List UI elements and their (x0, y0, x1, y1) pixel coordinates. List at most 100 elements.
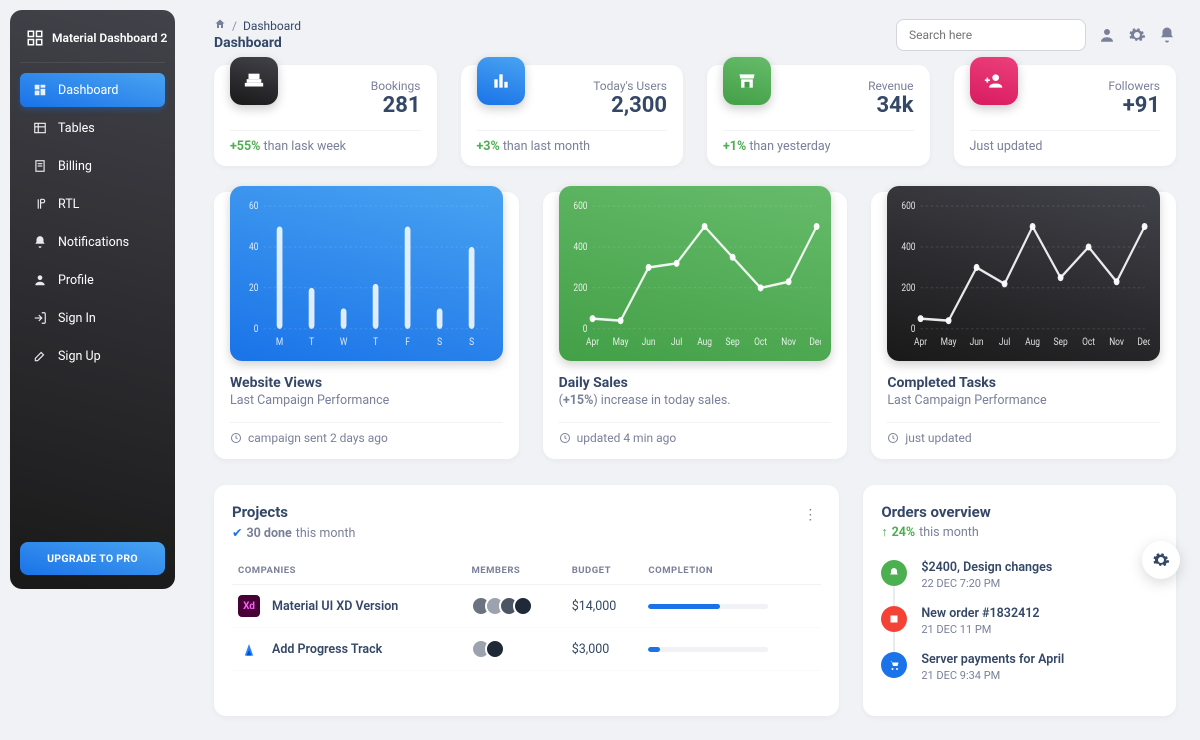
sidebar-item-profile[interactable]: Profile (20, 263, 165, 297)
stat-card-users: Today's Users2,300 +3% than last month (461, 65, 684, 166)
chart-subtitle: (+15%) increase in today sales. (559, 393, 832, 408)
progress-bar (648, 604, 768, 609)
svg-text:Jun: Jun (641, 336, 655, 348)
svg-text:May: May (941, 336, 957, 348)
svg-text:Oct: Oct (1082, 336, 1095, 348)
bell-icon[interactable] (1158, 26, 1176, 44)
progress-bar (648, 647, 768, 652)
sidebar-item-signin[interactable]: Sign In (20, 301, 165, 335)
more-vert-icon[interactable]: ⋮ (799, 503, 821, 527)
timeline-title: Server payments for April (921, 652, 1064, 667)
timeline-title: New order #1832412 (921, 606, 1039, 621)
upgrade-button[interactable]: UPGRADE TO PRO (20, 542, 165, 575)
xd-logo-icon: Xd (238, 595, 260, 617)
sidebar-item-rtl[interactable]: RTL (20, 187, 165, 221)
stat-label: Bookings (371, 79, 421, 93)
stat-label: Today's Users (593, 79, 667, 93)
chart-plot-line-dark: 0200400600AprMayJunJulAugSepOctNovDec (887, 186, 1160, 361)
stat-footer: +3% than last month (477, 139, 668, 154)
sidebar: Material Dashboard 2 Dashboard Tables Bi… (10, 10, 175, 589)
bar-chart-icon (477, 57, 525, 105)
svg-text:0: 0 (911, 323, 916, 335)
stat-value: 34k (868, 93, 913, 118)
chart-footer: just updated (887, 431, 1160, 445)
orders-timeline: $2400, Design changes22 DEC 7:20 PM New … (881, 560, 1158, 698)
bottom-row: Projects ✔30 done this month ⋮ COMPANIES… (214, 485, 1176, 716)
stat-value: 281 (371, 93, 421, 118)
store-icon (723, 57, 771, 105)
sidebar-item-tables[interactable]: Tables (20, 111, 165, 145)
stat-card-followers: Followers+91 Just updated (954, 65, 1177, 166)
svg-text:Nov: Nov (781, 336, 796, 348)
col-completion: COMPLETION (642, 557, 821, 585)
stat-card-bookings: Bookings281 +55% than lask week (214, 65, 437, 166)
col-companies: COMPANIES (232, 557, 465, 585)
svg-text:S: S (437, 336, 442, 348)
svg-text:Sep: Sep (1054, 336, 1068, 348)
chart-subtitle: Last Campaign Performance (887, 393, 1160, 408)
gear-icon[interactable] (1128, 26, 1146, 44)
bell-icon (881, 560, 907, 586)
svg-text:Dec: Dec (809, 336, 821, 348)
person-icon (32, 272, 48, 288)
chart-card-views: 0204060MTWTFSS Website Views Last Campai… (214, 192, 519, 459)
topbar: / Dashboard Dashboard (214, 12, 1176, 65)
edit-icon (32, 348, 48, 364)
topbar-actions (896, 19, 1176, 51)
chart-title: Website Views (230, 375, 503, 391)
sidebar-header: Material Dashboard 2 (20, 24, 165, 63)
svg-text:S: S (469, 336, 474, 348)
svg-text:200: 200 (573, 282, 587, 294)
orders-title: Orders overview (881, 503, 1158, 521)
stat-footer: +1% than yesterday (723, 139, 914, 154)
projects-table: COMPANIES MEMBERS BUDGET COMPLETION XdMa… (232, 557, 821, 671)
svg-text:600: 600 (573, 200, 587, 212)
account-icon[interactable] (1098, 26, 1116, 44)
svg-text:200: 200 (902, 282, 916, 294)
svg-text:0: 0 (254, 323, 259, 335)
chart-plot-line: 0200400600AprMayJunJulAugSepOctNovDec (559, 186, 832, 361)
weekend-icon (230, 57, 278, 105)
orders-panel: Orders overview ↑24% this month $2400, D… (863, 485, 1176, 716)
svg-text:60: 60 (249, 200, 258, 212)
stat-card-revenue: Revenue34k +1% than yesterday (707, 65, 930, 166)
sidebar-item-dashboard[interactable]: Dashboard (20, 73, 165, 107)
svg-text:W: W (340, 336, 348, 348)
timeline-time: 22 DEC 7:20 PM (921, 577, 1052, 590)
sidebar-item-notifications[interactable]: Notifications (20, 225, 165, 259)
timeline-item: $2400, Design changes22 DEC 7:20 PM (881, 560, 1158, 606)
member-avatars (471, 596, 559, 616)
svg-text:Dec: Dec (1138, 336, 1150, 348)
svg-text:Jul: Jul (671, 336, 682, 348)
clock-icon (230, 432, 242, 444)
atlassian-logo-icon (238, 638, 260, 660)
timeline-time: 21 DEC 9:34 PM (921, 669, 1064, 682)
stats-row: Bookings281 +55% than lask week Today's … (214, 65, 1176, 166)
svg-text:May: May (612, 336, 628, 348)
svg-text:40: 40 (249, 241, 258, 253)
login-icon (32, 310, 48, 326)
svg-text:Nov: Nov (1110, 336, 1125, 348)
clock-icon (887, 432, 899, 444)
chart-title: Completed Tasks (887, 375, 1160, 391)
brand-logo-icon (26, 28, 44, 48)
bell-icon (32, 234, 48, 250)
search-input[interactable] (896, 19, 1086, 51)
cart-icon (881, 652, 907, 678)
stat-footer: +55% than lask week (230, 139, 421, 154)
timeline-time: 21 DEC 11 PM (921, 623, 1039, 636)
table-row: Add Progress Track $3,000 (232, 628, 821, 671)
gear-icon (1152, 551, 1170, 569)
charts-row: 0204060MTWTFSS Website Views Last Campai… (214, 192, 1176, 459)
sidebar-item-label: Billing (58, 159, 92, 174)
settings-fab[interactable] (1142, 541, 1180, 579)
home-icon[interactable] (214, 18, 226, 33)
sidebar-item-billing[interactable]: Billing (20, 149, 165, 183)
chart-footer: campaign sent 2 days ago (230, 431, 503, 445)
sidebar-item-label: Tables (58, 121, 95, 136)
sidebar-item-signup[interactable]: Sign Up (20, 339, 165, 373)
projects-title: Projects (232, 503, 355, 521)
timeline-item: Server payments for April 21 DEC 9:34 PM (881, 652, 1158, 698)
table-icon (32, 120, 48, 136)
svg-text:Jun: Jun (970, 336, 984, 348)
